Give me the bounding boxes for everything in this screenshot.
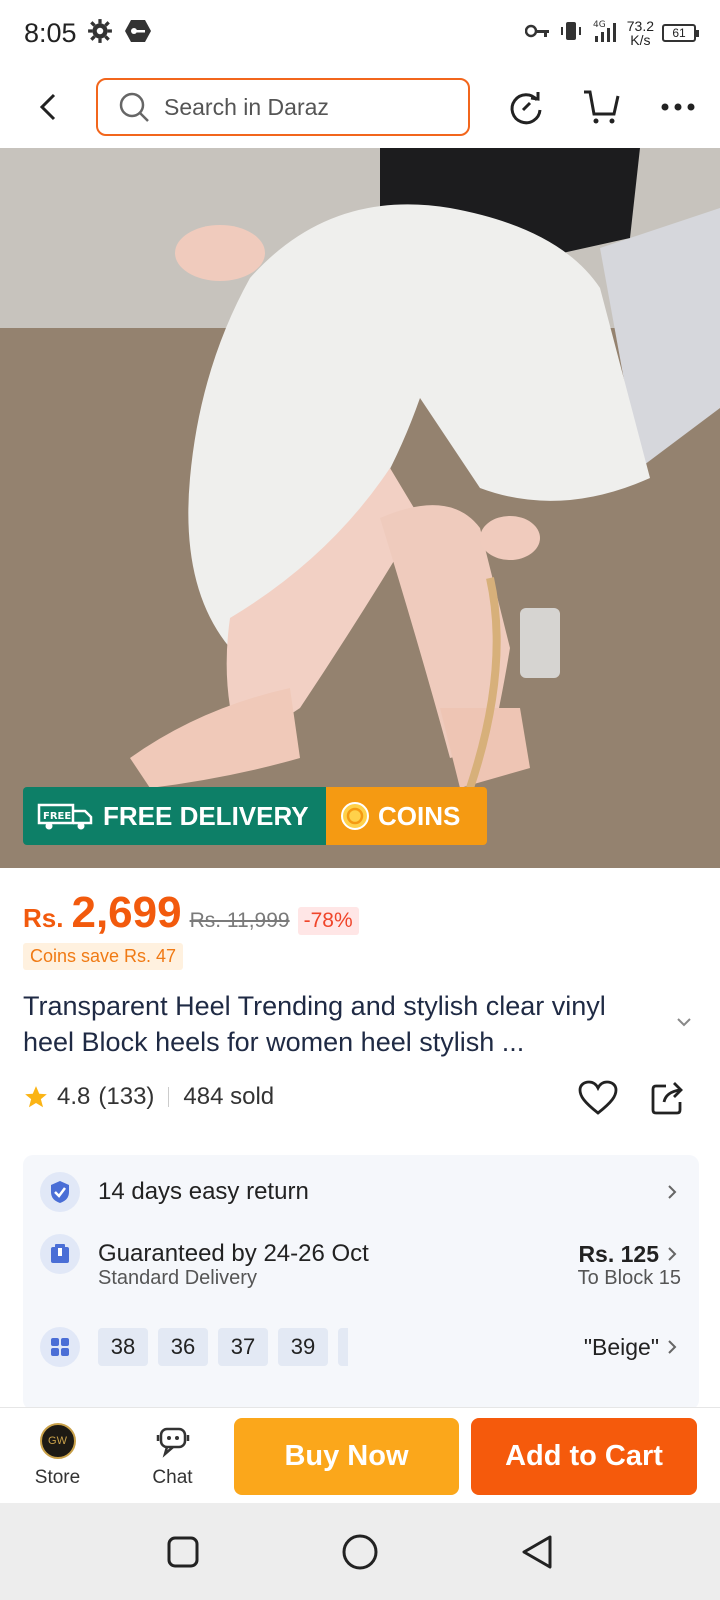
share-icon	[651, 1082, 683, 1115]
star-icon	[25, 1086, 47, 1108]
size-chip[interactable]: 36	[158, 1328, 208, 1366]
chevron-down-icon	[677, 1018, 691, 1027]
signal-4g-icon: 4G	[591, 18, 619, 49]
color-variant-group: "Beige"	[584, 1334, 677, 1361]
back-button[interactable]	[0, 66, 96, 148]
review-count: (133)	[98, 1083, 155, 1110]
delivery-type: Standard Delivery	[98, 1267, 257, 1289]
search-placeholder: Search in Daraz	[164, 93, 329, 120]
return-policy-text: 14 days easy return	[98, 1178, 309, 1205]
divider	[168, 1087, 170, 1107]
expand-title-button[interactable]	[676, 1014, 692, 1032]
return-chevron	[667, 1184, 677, 1200]
free-delivery-badge: FREE FREE DELIVERY	[23, 787, 326, 845]
svg-text:4G: 4G	[593, 20, 606, 30]
sold-count: 484 sold	[183, 1083, 275, 1110]
network-speed: 73.2 K/s	[627, 19, 654, 47]
variants-grid-icon	[40, 1327, 80, 1367]
cart-button[interactable]	[564, 66, 640, 148]
settings-gear-icon	[87, 18, 113, 49]
bottom-action-bar: GW Store Chat Buy Now Add to Cart	[0, 1407, 720, 1503]
cart-icon	[584, 90, 620, 124]
promo-banner: FREE FREE DELIVERY COINS	[23, 787, 487, 845]
shield-check-icon	[40, 1172, 80, 1212]
coins-save-badge: Coins save Rs. 47	[23, 943, 184, 970]
product-title: Transparent Heel Trending and stylish cl…	[23, 991, 606, 1057]
delivery-box-icon	[40, 1234, 80, 1274]
back-arrow-icon	[39, 93, 56, 121]
wishlist-button[interactable]	[578, 1080, 618, 1121]
battery-icon: 61	[662, 24, 699, 42]
size-chip[interactable]: 39	[278, 1328, 328, 1366]
status-time: 8:05	[24, 17, 77, 48]
chat-icon	[156, 1427, 189, 1458]
key-icon	[524, 23, 551, 44]
delivery-truck-icon: FREE	[37, 803, 93, 830]
search-input[interactable]: Search in Daraz	[96, 78, 470, 136]
service-info-card: 14 days easy return Guaranteed by 24-26 …	[23, 1155, 699, 1410]
color-variant: "Beige"	[583, 1333, 659, 1360]
size-chip[interactable]: 38	[98, 1328, 148, 1366]
chat-button[interactable]: Chat	[115, 1423, 230, 1489]
delivery-price: Rs. 125	[578, 1240, 659, 1267]
more-options-button[interactable]	[640, 66, 716, 148]
delivery-guarantee: Guaranteed by 24-26 Oct	[98, 1240, 369, 1267]
store-label: Store	[34, 1466, 81, 1488]
original-price: Rs. 11,999	[189, 909, 290, 932]
delivery-price-group: Rs. 125	[578, 1241, 677, 1268]
chat-label: Chat	[152, 1466, 193, 1488]
battery-level: 61	[672, 26, 686, 40]
chevron-right-icon	[668, 1247, 677, 1261]
more-icon	[661, 103, 695, 111]
refresh-icon	[510, 92, 542, 125]
top-header: Search in Daraz	[0, 66, 720, 148]
chevron-right-icon	[668, 1185, 677, 1199]
price-row: Rs. 2,699 Rs. 11,999 -78%	[23, 888, 359, 938]
coin-icon	[341, 802, 369, 830]
status-bar: 8:05 4G 73.2 K/s 61	[0, 0, 720, 66]
discount-badge: -78%	[297, 907, 359, 935]
refresh-button[interactable]	[488, 66, 564, 148]
size-chips: 38 36 37 39	[98, 1328, 348, 1366]
rating-value: 4.8	[57, 1083, 91, 1110]
size-chip[interactable]: 37	[218, 1328, 268, 1366]
vibrate-icon	[559, 19, 583, 48]
search-icon	[119, 92, 149, 122]
price-currency: Rs.	[23, 903, 64, 933]
store-logo: GW	[39, 1422, 76, 1459]
product-image[interactable]	[0, 148, 720, 868]
recent-apps-icon[interactable]	[166, 1535, 200, 1569]
current-price: 2,699	[71, 888, 182, 937]
buy-now-button[interactable]: Buy Now	[234, 1418, 459, 1495]
share-button[interactable]	[650, 1080, 686, 1121]
system-nav-bar	[0, 1503, 720, 1600]
network-speed-unit: K/s	[630, 32, 651, 48]
add-to-cart-button[interactable]: Add to Cart	[471, 1418, 697, 1495]
coins-badge: COINS	[326, 787, 487, 845]
return-policy-row[interactable]: 14 days easy return	[23, 1155, 699, 1229]
free-badge-label: FREE	[43, 811, 71, 822]
coins-label: COINS	[378, 800, 461, 831]
variant-row[interactable]: 38 36 37 39 "Beige"	[23, 1323, 699, 1371]
rating-row[interactable]: 4.8 (133) 484 sold	[23, 1083, 274, 1111]
store-button[interactable]: GW Store	[0, 1422, 115, 1489]
home-icon[interactable]	[341, 1533, 379, 1571]
chevron-right-icon	[668, 1340, 677, 1354]
vpn-key-icon	[123, 18, 153, 49]
back-icon[interactable]	[520, 1534, 554, 1570]
delivery-location: To Block 15	[577, 1267, 681, 1289]
size-chip-partial	[338, 1328, 348, 1366]
heart-icon	[578, 1080, 618, 1115]
network-speed-value: 73.2	[626, 18, 654, 34]
product-photo	[0, 148, 720, 868]
free-delivery-label: FREE DELIVERY	[103, 800, 309, 831]
